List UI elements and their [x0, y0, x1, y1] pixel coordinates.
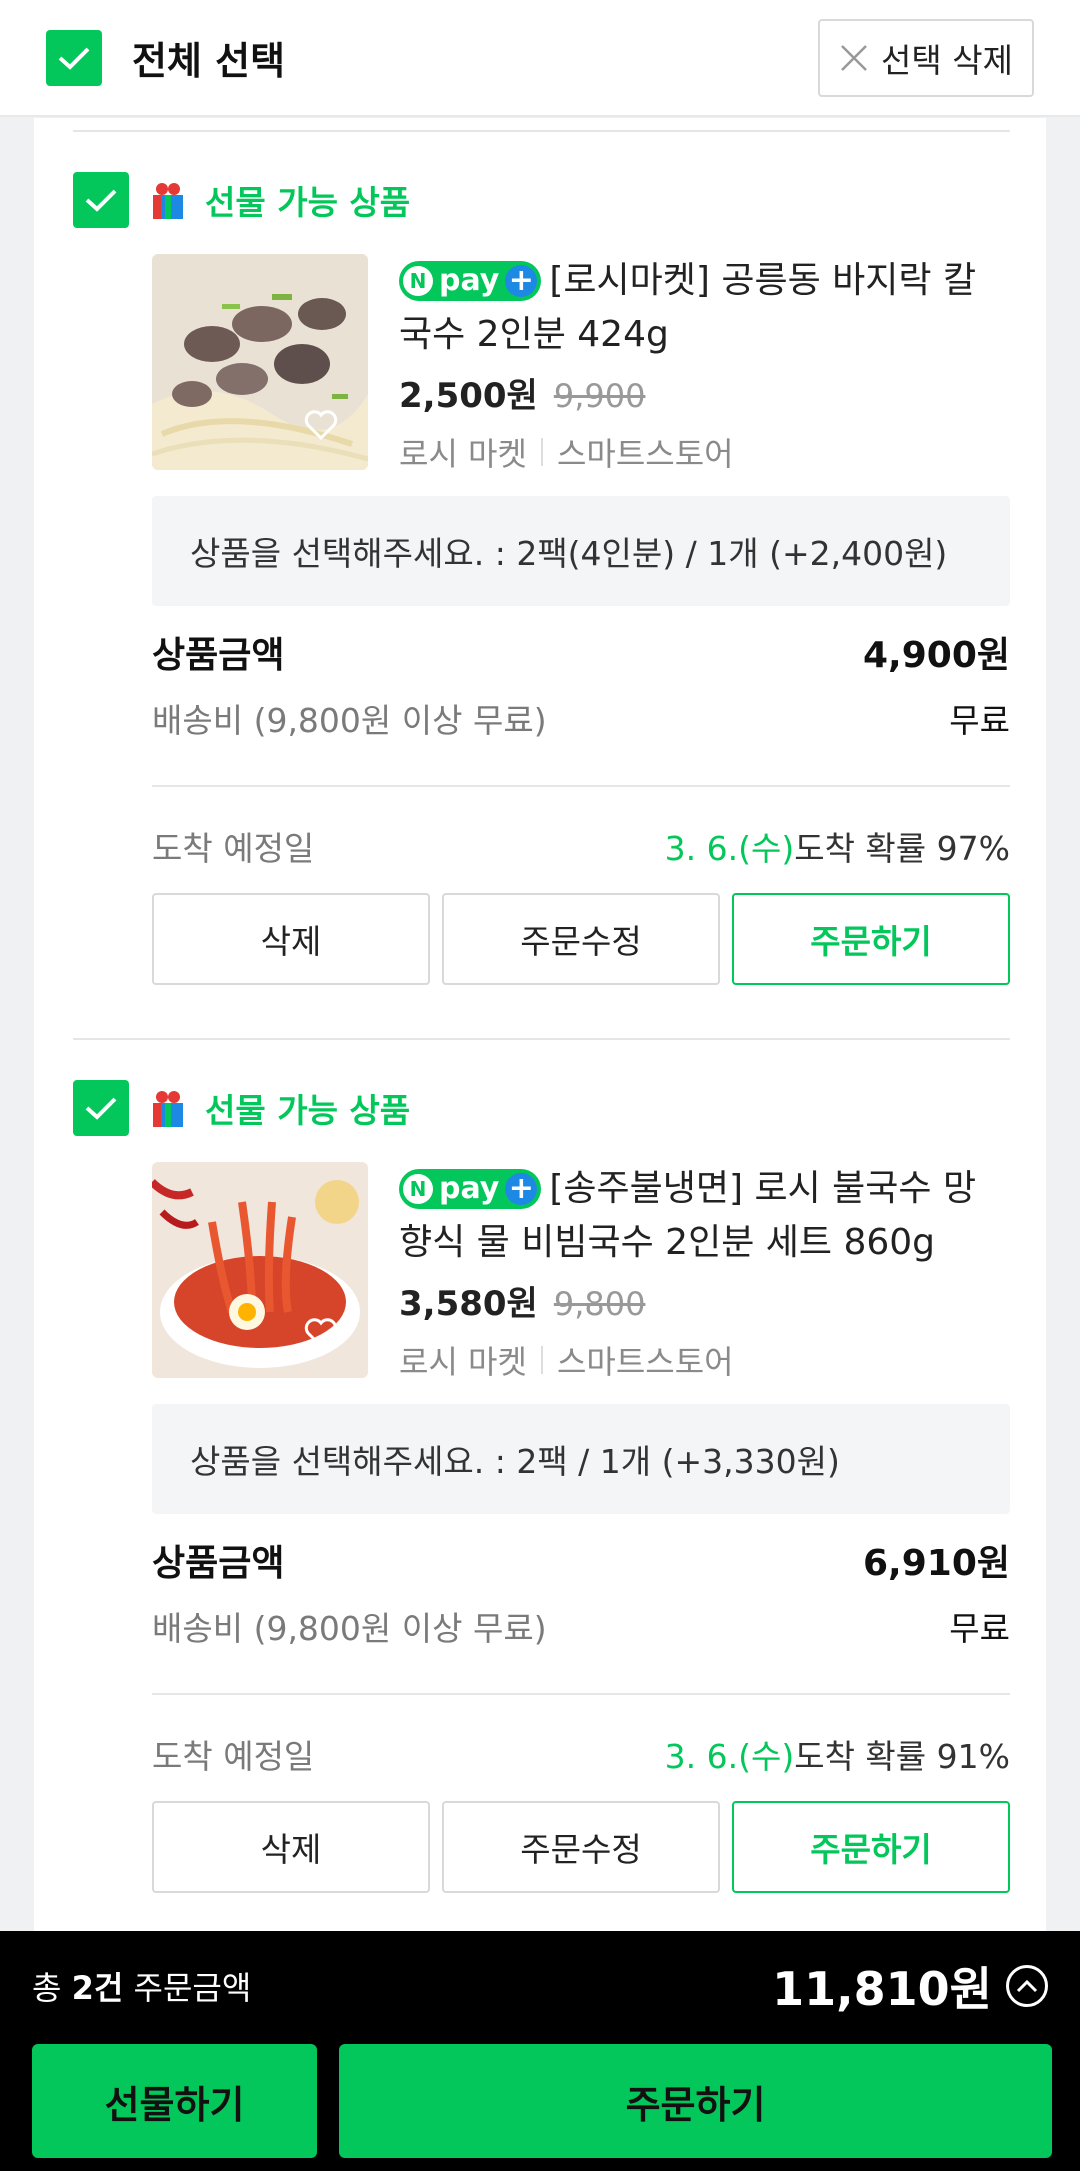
order-button[interactable]: 주문하기 — [732, 1801, 1010, 1893]
price-row: 2,500원 9,900 — [399, 368, 1009, 417]
total-amount-group: 11,810원 — [772, 1953, 1048, 2019]
gift-icon — [153, 1091, 183, 1127]
arrival-info: 3. 6.(수)도착 확률 97% — [665, 822, 1010, 870]
store-type: 스마트스토어 — [556, 435, 734, 473]
divider — [152, 1693, 1010, 1695]
gift-label: 선물 가능 상품 — [205, 183, 411, 222]
separator — [540, 1346, 543, 1374]
arrival-probability: 도착 확률 97% — [794, 829, 1010, 868]
amount-row: 상품금액 6,910원 — [152, 1534, 1010, 1586]
product-image[interactable] — [152, 254, 368, 470]
amount-label: 상품금액 — [152, 1543, 285, 1584]
order-count: 2건 — [71, 1969, 124, 2007]
product-title[interactable]: Npay + [송주불냉면] 로시 불국수 망향식 물 비빔국수 2인분 세트 86… — [399, 1162, 1009, 1270]
order-all-button[interactable]: 주문하기 — [339, 2044, 1052, 2158]
item-actions: 삭제 주문수정 주문하기 — [152, 1801, 1010, 1893]
option-box[interactable]: 상품을 선택해주세요. : 2팩 / 1개 (+3,330원) — [152, 1404, 1010, 1514]
seller-name[interactable]: 로시 마켓 — [399, 429, 527, 475]
divider — [152, 785, 1010, 787]
check-icon — [85, 189, 117, 212]
shipping-row: 배송비 (9,800원 이상 무료) 무료 — [152, 1602, 1010, 1650]
npay-badge: Npay + — [399, 1169, 542, 1209]
npay-n-icon: N — [403, 1174, 433, 1204]
delete-selected-label: 선택 삭제 — [881, 40, 1013, 80]
order-button[interactable]: 주문하기 — [732, 893, 1010, 985]
sale-price: 2,500원 — [399, 376, 538, 416]
arrival-label: 도착 예정일 — [152, 1737, 315, 1776]
product-image[interactable] — [152, 1162, 368, 1378]
gift-row: 선물 가능 상품 — [73, 172, 410, 228]
amount-label: 상품금액 — [152, 635, 285, 676]
shipping-label: 배송비 (9,800원 이상 무료) — [152, 1609, 547, 1648]
shipping-value: 무료 — [949, 701, 1010, 740]
divider — [73, 130, 1010, 132]
product-info: Npay + [로시마켓] 공릉동 바지락 칼국수 2인분 424g 2,500원 … — [399, 254, 1009, 475]
seller-row: 로시 마켓 스마트스토어 — [399, 1337, 1009, 1383]
amount-value: 4,900원 — [863, 635, 1010, 676]
chevron-up-icon[interactable] — [1006, 1965, 1048, 2007]
item-checkbox[interactable] — [73, 172, 129, 228]
count-suffix: 주문금액 — [123, 1969, 252, 2007]
option-box[interactable]: 상품을 선택해주세요. : 2팩(4인분) / 1개 (+2,400원) — [152, 496, 1010, 606]
product-title[interactable]: Npay + [로시마켓] 공릉동 바지락 칼국수 2인분 424g — [399, 254, 1009, 362]
gift-label: 선물 가능 상품 — [205, 1091, 411, 1130]
gift-button[interactable]: 선물하기 — [32, 2044, 317, 2158]
amount-row: 상품금액 4,900원 — [152, 626, 1010, 678]
arrival-info: 3. 6.(수)도착 확률 91% — [665, 1730, 1010, 1778]
amount-value: 6,910원 — [863, 1543, 1010, 1584]
arrival-date: 3. 6.(수) — [664, 1737, 795, 1776]
select-all-checkbox[interactable] — [46, 29, 102, 86]
item-actions: 삭제 주문수정 주문하기 — [152, 893, 1010, 985]
sale-price: 3,580원 — [399, 1284, 538, 1324]
check-icon — [58, 47, 90, 70]
product-info: Npay + [송주불냉면] 로시 불국수 망향식 물 비빔국수 2인분 세트 86… — [399, 1162, 1009, 1383]
npay-badge: Npay + — [399, 261, 542, 301]
bottom-actions: 선물하기 주문하기 — [32, 2044, 1052, 2158]
original-price: 9,800 — [553, 1285, 646, 1323]
top-bar: 전체 선택 선택 삭제 — [0, 0, 1080, 117]
seller-row: 로시 마켓 스마트스토어 — [399, 429, 1009, 475]
npay-n-icon: N — [403, 266, 433, 296]
cart-card: 선물 가능 상품 Npay + [로시마켓] 공릉동 바지락 칼국수 2인분 4… — [34, 118, 1046, 1933]
delete-button[interactable]: 삭제 — [152, 893, 430, 985]
select-all-control[interactable]: 전체 선택 — [46, 29, 286, 86]
arrival-row: 도착 예정일 3. 6.(수)도착 확률 97% — [152, 822, 1010, 870]
select-all-label: 전체 선택 — [132, 39, 286, 83]
order-summary[interactable]: 총 2건 주문금액 11,810원 — [0, 1931, 1080, 2041]
seller-name[interactable]: 로시 마켓 — [399, 1337, 527, 1383]
arrival-row: 도착 예정일 3. 6.(수)도착 확률 91% — [152, 1730, 1010, 1778]
heart-icon[interactable] — [304, 1318, 338, 1348]
store-type: 스마트스토어 — [556, 1343, 734, 1381]
delete-selected-button[interactable]: 선택 삭제 — [818, 18, 1034, 97]
plus-icon: + — [505, 263, 538, 298]
divider — [73, 1038, 1010, 1040]
separator — [540, 438, 543, 466]
bottom-bar: 총 2건 주문금액 11,810원 선물하기 주문하기 — [0, 1931, 1080, 2171]
shipping-value: 무료 — [949, 1609, 1010, 1648]
heart-icon[interactable] — [304, 410, 338, 440]
npay-label: pay — [439, 263, 500, 298]
modify-order-button[interactable]: 주문수정 — [442, 893, 720, 985]
gift-icon — [153, 183, 183, 219]
total-amount: 11,810원 — [772, 1962, 992, 2016]
price-row: 3,580원 9,800 — [399, 1276, 1009, 1325]
delete-button[interactable]: 삭제 — [152, 1801, 430, 1893]
gift-row: 선물 가능 상품 — [73, 1080, 410, 1136]
order-count-text: 총 2건 주문금액 — [32, 1963, 251, 2009]
shipping-row: 배송비 (9,800원 이상 무료) 무료 — [152, 694, 1010, 742]
npay-label: pay — [439, 1171, 500, 1206]
check-icon — [85, 1097, 117, 1120]
arrival-date: 3. 6.(수) — [664, 829, 795, 868]
arrival-probability: 도착 확률 91% — [794, 1737, 1010, 1776]
close-icon — [841, 44, 867, 71]
modify-order-button[interactable]: 주문수정 — [442, 1801, 720, 1893]
original-price: 9,900 — [553, 377, 646, 415]
arrival-label: 도착 예정일 — [152, 829, 315, 868]
plus-icon: + — [505, 1171, 538, 1206]
count-prefix: 총 — [32, 1969, 72, 2007]
shipping-label: 배송비 (9,800원 이상 무료) — [152, 701, 547, 740]
item-checkbox[interactable] — [73, 1080, 129, 1136]
